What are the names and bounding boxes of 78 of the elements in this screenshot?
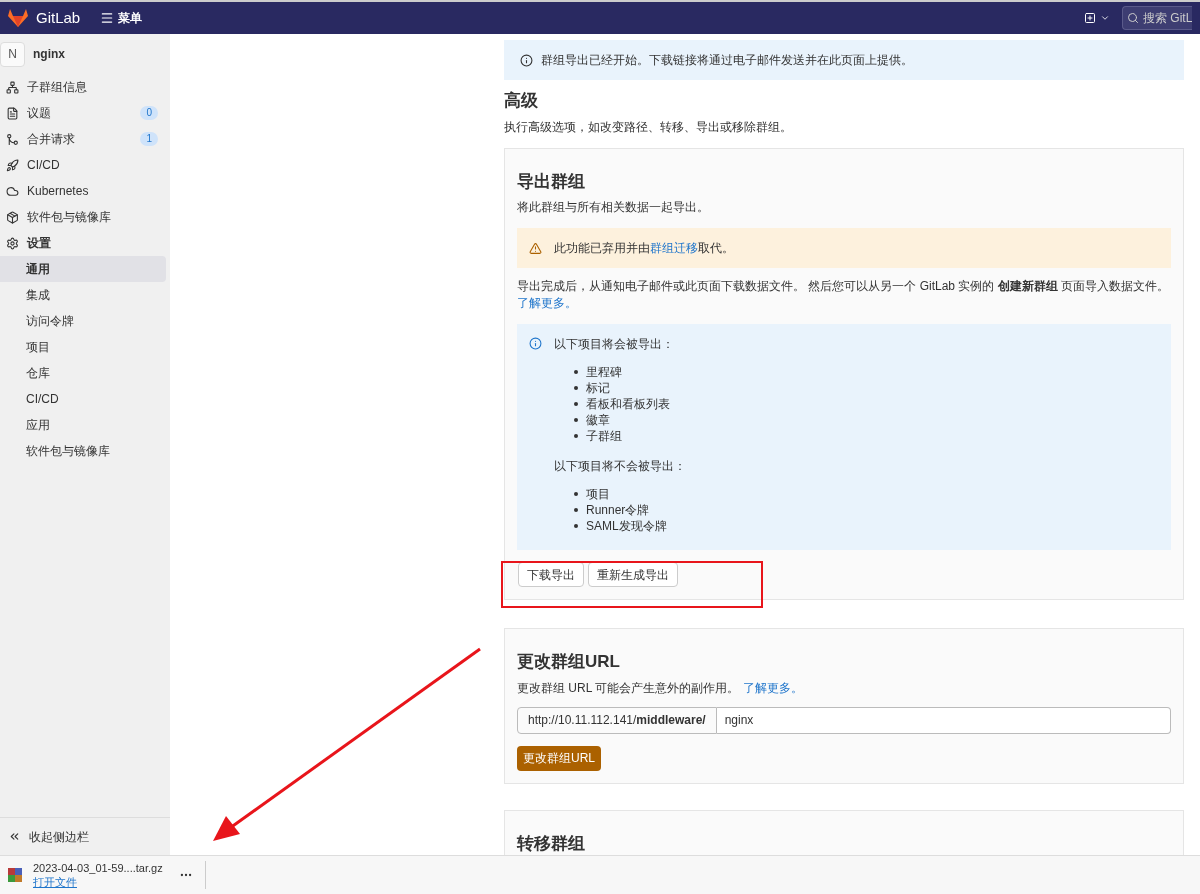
count-badge: 1 (140, 132, 158, 146)
count-badge: 0 (140, 106, 158, 120)
card-description: 更改群组 URL 可能会产生意外的副作用。 了解更多。 (517, 679, 804, 697)
list-item: 看板和看板列表 (586, 396, 670, 412)
card-title: 转移群组 (517, 832, 586, 855)
section-title: 高级 (504, 90, 539, 112)
package-icon (6, 210, 19, 224)
sidebar-subitem[interactable]: CI/CD (0, 386, 166, 412)
list-item: 徽章 (586, 412, 610, 428)
fox-logo-icon[interactable] (8, 9, 28, 27)
bullet-icon (574, 370, 578, 374)
list-item: 里程碑 (586, 364, 622, 380)
list-item: 项目 (586, 486, 610, 502)
card-title: 导出群组 (517, 170, 586, 193)
sidebar-subitem[interactable]: 通用 (0, 256, 166, 282)
search-field[interactable]: 搜索 GitL (1122, 6, 1192, 30)
path-input-field[interactable]: nginx (716, 706, 1171, 734)
sidebar-item[interactable]: 软件包与镜像库 (0, 204, 170, 230)
sidebar-subitem[interactable]: 软件包与镜像库 (0, 438, 166, 464)
group-avatar[interactable]: N (0, 41, 25, 67)
rocket-icon (6, 158, 19, 172)
warning-text: 此功能已弃用并由群组迁移取代。 (554, 240, 734, 257)
group-name[interactable]: nginx (33, 45, 65, 63)
learn-more-link[interactable]: 了解更多。 (517, 296, 577, 310)
sidebar-item[interactable]: 设置 (0, 230, 170, 256)
list-item: 子群组 (586, 428, 622, 444)
sidebar-subitem[interactable]: 访问令牌 (0, 308, 166, 334)
caret-icon[interactable] (1100, 13, 1110, 23)
change-url-button[interactable]: 更改群组URL (517, 745, 601, 771)
menu-button[interactable]: 菜单 (100, 9, 143, 27)
settings-icon (6, 236, 19, 250)
list-heading: 以下项目将不会被导出： (554, 458, 686, 474)
list-item: 标记 (586, 380, 610, 396)
file-name: 2023-04-03_01-59....tar.gz (33, 861, 163, 875)
sidebar-subitem[interactable]: 仓库 (0, 360, 166, 386)
bullet-icon (574, 434, 578, 438)
export-button[interactable]: 重新生成导出 (588, 562, 678, 587)
bullet-icon (574, 386, 578, 390)
bullet-icon (574, 508, 578, 512)
info-icon (520, 53, 533, 67)
learn-more-link[interactable]: 了解更多。 (742, 680, 803, 695)
sidebar-subitem[interactable]: 项目 (0, 334, 166, 360)
export-note: 导出完成后，从通知电子邮件或此页面下载数据文件。 然后您可以从另一个 GitLab 实例的 创建新群组 页面导入数据文件。 了解更多。 (517, 278, 1171, 312)
menu-icon (100, 11, 115, 25)
card-title: 更改群组URL (517, 651, 621, 673)
bullet-icon (574, 524, 578, 528)
card-description: 将此群组与所有相关数据一起导出。 (517, 199, 710, 216)
url-prefix: http://10.11.112.141/middleware/ (517, 706, 717, 734)
double-chevron-icon (8, 830, 21, 843)
list-item: SAML发现令牌 (586, 518, 667, 534)
sidebar-item[interactable]: 合并请求 1 (0, 126, 170, 152)
sidebar-subitem[interactable]: 集成 (0, 282, 166, 308)
sidebar-item[interactable]: 议题 0 (0, 100, 170, 126)
bullet-icon (574, 418, 578, 422)
info-icon (529, 337, 542, 350)
migration-link[interactable]: 群组迁移 (650, 241, 698, 255)
section-description: 执行高级选项，如改变路径、转移、导出或移除群组。 (504, 118, 793, 136)
sidebar-item[interactable]: Kubernetes (0, 178, 170, 204)
bullet-icon (574, 492, 578, 496)
sidebar-item[interactable]: 子群组信息 (0, 74, 170, 100)
plus-icon[interactable] (1084, 12, 1096, 24)
alert-text: 群组导出已经开始。下载链接将通过电子邮件发送并在此页面上提供。 (541, 52, 913, 69)
issue-icon (6, 106, 19, 120)
subgroup-icon (6, 80, 19, 94)
logo-text[interactable]: GitLab (36, 6, 81, 30)
sidebar-subitem[interactable]: 应用 (0, 412, 166, 438)
merge-icon (6, 132, 19, 146)
list-heading: 以下项目将会被导出： (554, 336, 675, 352)
list-item: Runner令牌 (586, 502, 650, 518)
bullet-icon (574, 402, 578, 406)
cloud-icon (6, 184, 19, 198)
search-placeholder: 搜索 GitL (1143, 10, 1192, 27)
warning-icon (529, 241, 542, 255)
open-file-link[interactable]: 打开文件 (33, 875, 163, 889)
archive-file-icon (8, 868, 22, 882)
export-button[interactable]: 下载导出 (518, 562, 584, 587)
search-icon (1127, 12, 1139, 24)
sidebar-item[interactable]: CI/CD (0, 152, 170, 178)
